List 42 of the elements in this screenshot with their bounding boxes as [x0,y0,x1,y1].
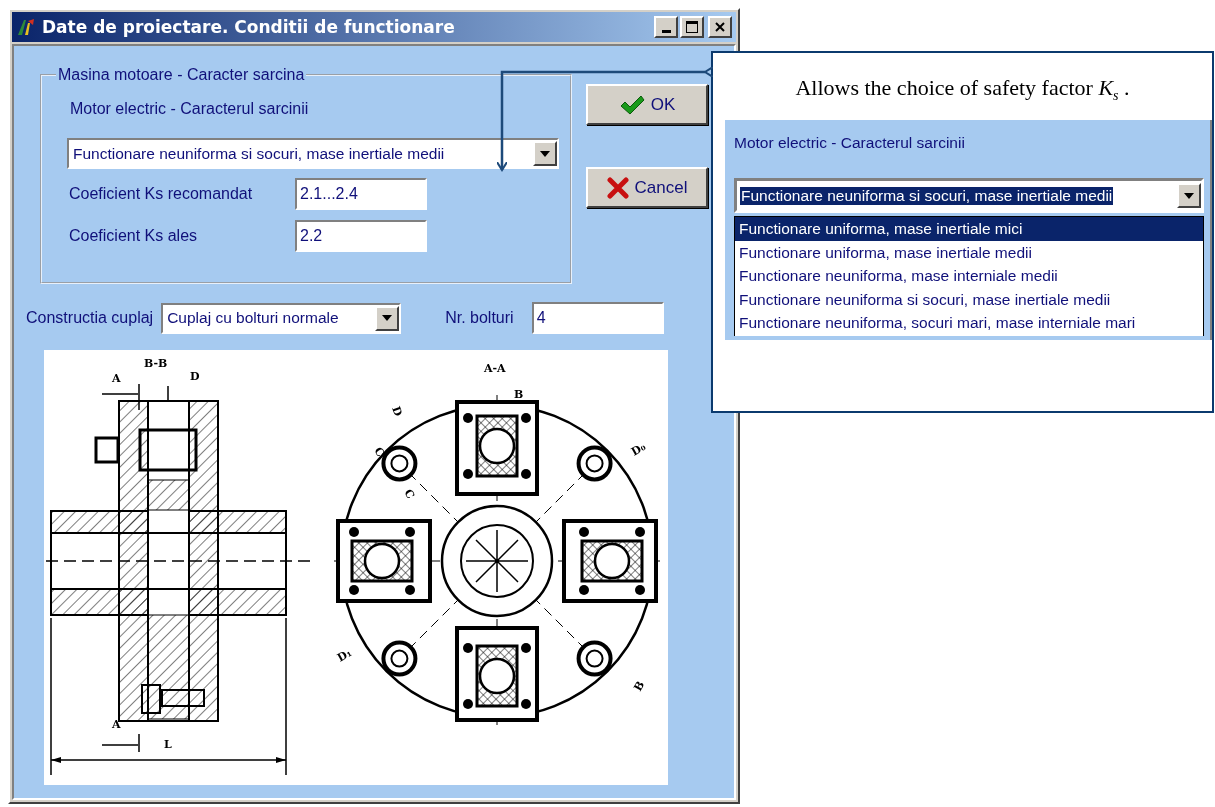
callout-caption: Allows the choice of safety factor K$_{s}$ . [794,75,1131,105]
minimize-button[interactable] [654,16,678,38]
close-button[interactable] [708,16,732,38]
field-label: Coeficient Ks recomandat [69,185,254,203]
drawing-label: B [631,678,648,694]
drawing-label: D [389,404,405,418]
drawing-label: D [190,370,200,383]
input-field[interactable]: 2.1...2.4 [295,178,427,210]
dropdown-option[interactable]: Functionare neuniforma, mase interniale medii [735,264,1203,288]
drawing-label: A [112,372,121,385]
drawing-label: L [164,738,172,751]
drawing-label: C [401,487,418,502]
load-character-dropdown[interactable]: Functionare neuniforma si socuri, mase inertiale medii [67,138,559,169]
cancel-button[interactable]: Cancel [586,167,708,208]
app-icon [16,17,36,37]
field-label: Constructia cuplaj [26,309,154,327]
drawing-label: A-A [484,362,506,375]
dropdown-option[interactable]: Functionare neuniforma, socuri mari, mase interniale mari [735,311,1203,335]
field-label: Coeficient Ks ales [69,227,199,245]
drawing-label: A [112,718,121,731]
group-legend: Masina motoare - Caracter sarcina [56,66,307,84]
dropdown-option[interactable]: Functionare uniforma, mase inertiale mici [735,217,1203,241]
dropdown-option[interactable]: Functionare uniforma, mase inertiale medii [735,240,1203,265]
dropdown-option[interactable]: Functionare neuniforma si socuri, mase inertiale medii [735,287,1203,312]
field-label: Motor electric - Caracterul sarcinii [70,100,310,118]
check-icon [618,93,645,116]
coupling-type-dropdown[interactable]: Cuplaj cu bolturi normale [161,302,402,334]
input-field[interactable]: 2.2 [295,220,427,252]
field-label: Motor electric - Caracterul sarcinii [734,134,966,153]
field-label: Nr. bolturi [445,309,514,327]
drawing-label: B-B [144,357,168,370]
ok-button[interactable]: OK [586,84,708,125]
load-character-dropdown[interactable]: Functionare neuniforma si socuri, mase inertiale medii [734,178,1204,214]
close-icon [714,21,726,33]
window-title: Date de proiectare. Conditii de functionare [42,17,456,37]
input-field[interactable]: 4 [531,302,664,334]
maximize-button[interactable] [680,16,704,38]
drawing-label: D₁ [335,646,354,665]
drawing-label: C [371,445,388,460]
cross-icon [606,176,629,199]
drawing-label: B [514,388,524,401]
drawing-label: D₀ [629,440,648,459]
